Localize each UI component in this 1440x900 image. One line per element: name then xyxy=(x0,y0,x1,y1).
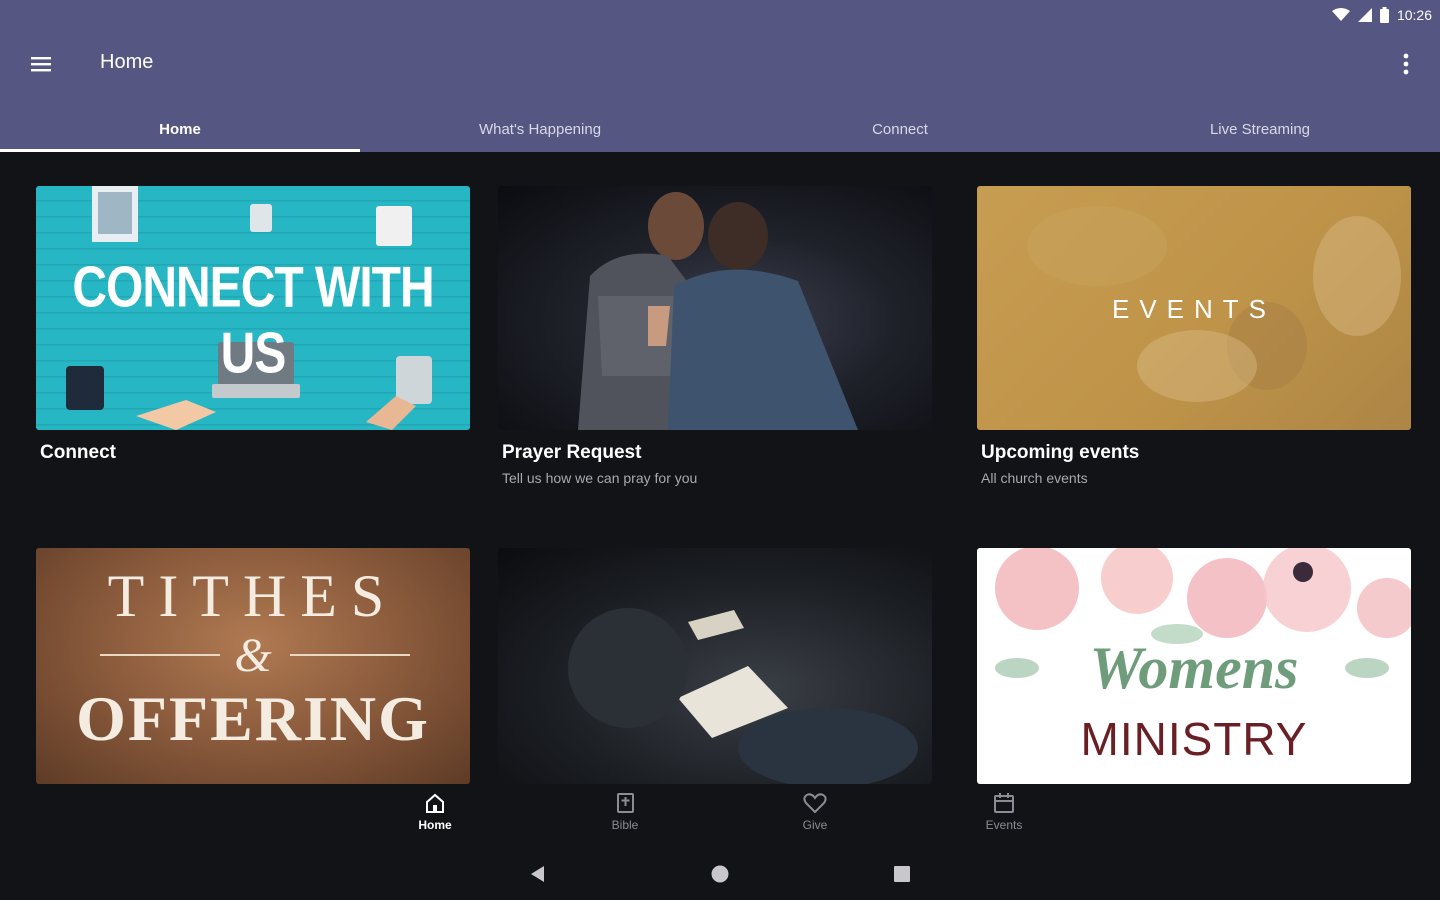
card-subtitle: Tell us how we can pray for you xyxy=(502,470,698,486)
bottom-nav-events[interactable]: Events xyxy=(959,792,1049,844)
card-image: EVENTS xyxy=(977,186,1411,430)
bottom-nav-give[interactable]: Give xyxy=(770,792,860,844)
tab-label: Live Streaming xyxy=(1209,120,1311,138)
tab-home[interactable]: Home xyxy=(0,106,360,152)
tab-label: Connect xyxy=(872,120,928,138)
card-connect[interactable]: CONNECT WITH US Connect xyxy=(36,186,470,464)
bottom-nav-label: Bible xyxy=(611,818,639,832)
bible-icon xyxy=(617,793,634,813)
back-icon[interactable] xyxy=(526,862,550,886)
home-circle-icon[interactable] xyxy=(708,862,732,886)
tab-active-indicator xyxy=(0,149,360,152)
tab-live-streaming[interactable]: Live Streaming xyxy=(1080,106,1440,152)
app-bar: Home Home What's Happening Connect Live … xyxy=(0,28,1440,152)
bottom-nav-label: Events xyxy=(985,818,1023,832)
bottom-navigation: Home Bible Give Events xyxy=(0,786,1440,844)
more-vert-icon[interactable] xyxy=(1396,50,1416,78)
card-prayer-request[interactable]: Prayer Request Tell us how we can pray f… xyxy=(498,186,932,486)
status-bar: 10:26 xyxy=(0,0,1440,28)
card-image xyxy=(498,548,932,784)
tab-bar: Home What's Happening Connect Live Strea… xyxy=(0,106,1440,152)
tab-label: Home xyxy=(159,120,201,138)
card-image-text: EVENTS xyxy=(1111,294,1277,324)
tab-whats-happening[interactable]: What's Happening xyxy=(360,106,720,152)
bottom-nav-home[interactable]: Home xyxy=(390,792,480,844)
status-icons: 10:26 xyxy=(1331,5,1432,25)
heart-icon xyxy=(803,793,827,814)
card-image-text-mid: & xyxy=(234,629,272,682)
status-time: 10:26 xyxy=(1396,7,1432,23)
card-image-text-bottom: MINISTRY xyxy=(1080,713,1308,765)
signal-icon xyxy=(1357,8,1372,22)
card-subtitle: All church events xyxy=(981,470,1088,486)
card-image-text-top: TITHES xyxy=(107,563,399,629)
calendar-icon xyxy=(994,793,1014,813)
system-navigation-bar xyxy=(0,846,1440,900)
wifi-icon xyxy=(1331,8,1350,21)
card-tithes-offering[interactable]: TITHES & OFFERING xyxy=(36,548,470,784)
page-title: Home xyxy=(100,51,154,73)
tab-connect[interactable]: Connect xyxy=(720,106,1080,152)
battery-icon xyxy=(1379,7,1389,23)
card-image: CONNECT WITH US xyxy=(36,186,470,430)
tab-label: What's Happening xyxy=(478,120,602,138)
card-image xyxy=(498,186,932,430)
card-bible-study[interactable] xyxy=(498,548,932,784)
card-image: TITHES & OFFERING xyxy=(36,548,470,784)
hamburger-menu-icon[interactable] xyxy=(28,51,54,77)
card-image: Womens MINISTRY xyxy=(977,548,1411,784)
bottom-nav-label: Give xyxy=(802,818,828,832)
card-image-text-bottom: OFFERING xyxy=(76,683,430,754)
bottom-nav-bible[interactable]: Bible xyxy=(580,792,670,844)
card-image-text-top: Womens xyxy=(1089,635,1299,701)
card-image-text: CONNECT WITH US xyxy=(72,256,434,386)
card-upcoming-events[interactable]: EVENTS Upcoming events All church events xyxy=(977,186,1411,486)
card-womens-ministry[interactable]: Womens MINISTRY xyxy=(977,548,1411,784)
recents-icon[interactable] xyxy=(890,862,914,886)
bottom-nav-label: Home xyxy=(418,818,452,832)
card-title: Upcoming events xyxy=(981,442,1140,463)
card-title: Connect xyxy=(40,442,116,463)
card-title: Prayer Request xyxy=(502,442,642,463)
home-icon xyxy=(426,793,444,813)
